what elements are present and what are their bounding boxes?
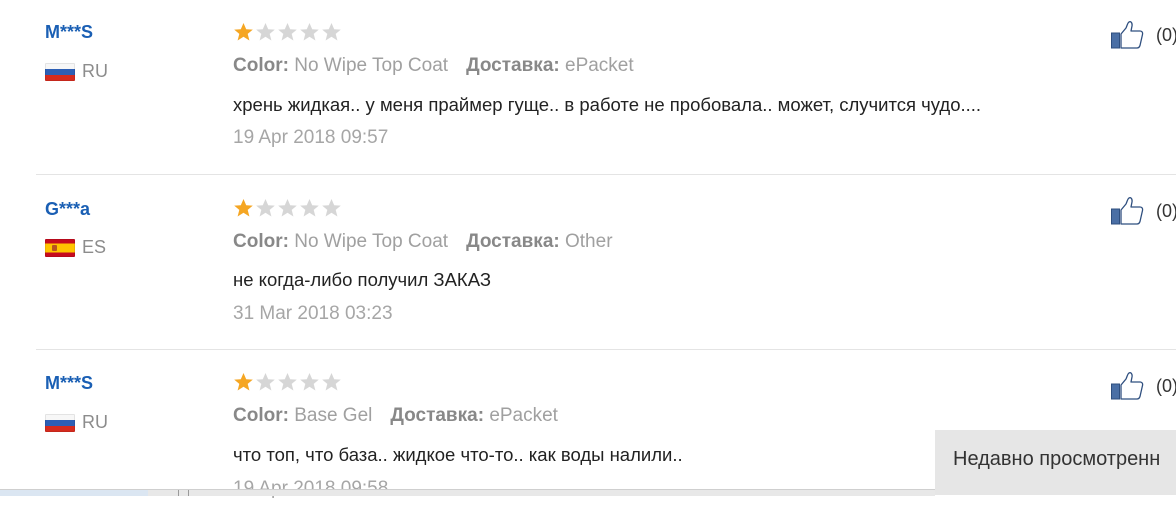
star-icon — [255, 22, 276, 42]
review-text: хрень жидкая.. у меня праймер гуще.. в р… — [233, 94, 982, 115]
like-button[interactable]: (0) — [1110, 196, 1176, 226]
like-button[interactable]: (0) — [1110, 20, 1176, 50]
spain-flag-icon — [45, 238, 75, 257]
reviewer-name[interactable]: G***a — [45, 199, 90, 220]
star-icon — [299, 198, 320, 218]
star-icon — [255, 198, 276, 218]
status-strip-tab[interactable] — [0, 490, 148, 496]
star-icon — [233, 22, 254, 42]
like-count: (0) — [1156, 24, 1176, 45]
star-icon — [255, 372, 276, 392]
color-value: No Wipe Top Coat — [294, 231, 449, 252]
reviewer-country: RU — [45, 61, 108, 82]
color-label: Color: — [233, 405, 289, 426]
review-text: что топ, что база.. жидкое что-то.. как … — [233, 444, 683, 465]
country-code: RU — [82, 412, 108, 432]
star-rating — [233, 372, 342, 392]
star-icon — [277, 198, 298, 218]
russia-flag-icon — [45, 413, 75, 432]
delivery-label: Доставка: — [466, 55, 560, 76]
review-text: не когда-либо получил ЗАКАЗ — [233, 269, 491, 290]
reviewer-country: ES — [45, 237, 106, 258]
like-count: (0) — [1156, 375, 1176, 396]
review-date: 19 Apr 2018 09:57 — [233, 127, 389, 148]
review-item: M***S RU Color: No Wipe Top Coat Доставка… — [0, 0, 1176, 175]
star-icon — [277, 372, 298, 392]
reviewer-country: RU — [45, 412, 108, 433]
country-code: RU — [82, 61, 108, 81]
like-count: (0) — [1156, 200, 1176, 221]
status-strip-divider — [188, 490, 189, 496]
star-icon — [299, 22, 320, 42]
country-code: ES — [82, 237, 107, 257]
review-date: 31 Mar 2018 03:23 — [233, 303, 393, 324]
star-icon — [277, 22, 298, 42]
russia-flag-icon — [45, 62, 75, 81]
review-meta: Color: Base Gel Доставка: ePacket — [233, 405, 558, 427]
status-strip-divider — [178, 490, 179, 496]
star-icon — [321, 198, 342, 218]
reviewer-name[interactable]: M***S — [45, 22, 93, 43]
color-label: Color: — [233, 231, 289, 252]
star-icon — [321, 372, 342, 392]
delivery-value: ePacket — [565, 55, 634, 76]
recently-viewed-label[interactable]: Недавно просмотренн — [953, 448, 1160, 470]
delivery-value: Other — [565, 231, 613, 252]
thumbs-up-icon[interactable] — [1110, 20, 1144, 50]
recently-viewed-tab[interactable]: Недавно просмотренн — [935, 430, 1176, 495]
delivery-label: Доставка: — [390, 405, 485, 426]
star-icon — [233, 198, 254, 218]
color-label: Color: — [233, 55, 289, 76]
star-rating — [233, 22, 342, 42]
star-icon — [233, 372, 254, 392]
reviewer-name[interactable]: M***S — [45, 373, 93, 394]
delivery-value: ePacket — [489, 405, 558, 426]
thumbs-up-icon[interactable] — [1110, 371, 1144, 401]
star-rating — [233, 198, 342, 218]
review-meta: Color: No Wipe Top Coat Доставка: Other — [233, 231, 613, 253]
star-icon — [299, 372, 320, 392]
delivery-label: Доставка: — [466, 231, 560, 252]
like-button[interactable]: (0) — [1110, 371, 1176, 401]
color-value: No Wipe Top Coat — [294, 55, 449, 76]
thumbs-up-icon[interactable] — [1110, 196, 1144, 226]
review-meta: Color: No Wipe Top Coat Доставка: ePacket — [233, 55, 634, 77]
review-item: G***a ES Color: No Wipe Top Coat Доставка… — [0, 175, 1176, 350]
star-icon — [321, 22, 342, 42]
color-value: Base Gel — [294, 405, 373, 426]
